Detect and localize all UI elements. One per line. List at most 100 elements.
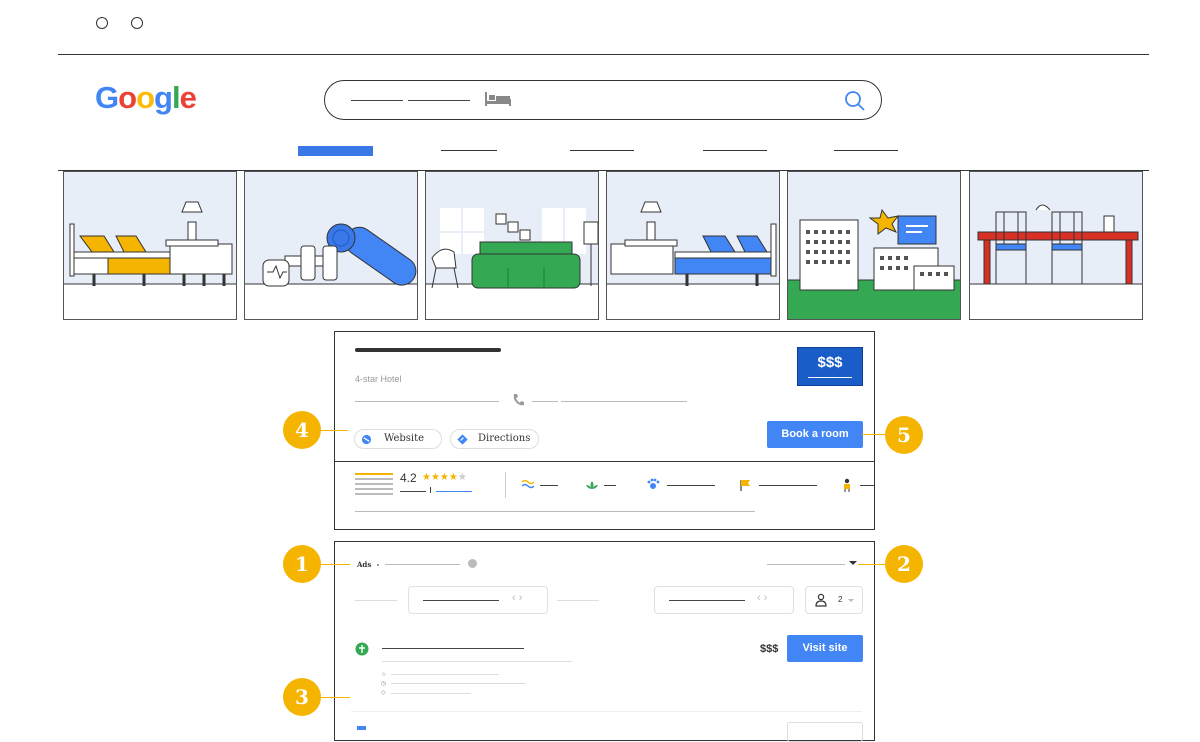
reviews-placeholder <box>400 491 426 492</box>
tag-icon: ◇ <box>381 690 386 696</box>
logo-letter: o <box>118 80 137 115</box>
provider-detail-placeholder <box>382 661 572 662</box>
provider-feature-placeholder <box>391 693 471 694</box>
window-control-minimize-icon[interactable] <box>131 17 143 29</box>
checkin-date-field[interactable]: ‹ › <box>408 586 548 614</box>
reviews-link[interactable] <box>436 491 472 492</box>
date-arrows-icon[interactable]: ‹ › <box>512 592 522 604</box>
bed-icon <box>485 92 511 106</box>
pool-icon <box>521 479 535 489</box>
tab[interactable] <box>441 150 497 151</box>
rating-histogram <box>355 473 393 495</box>
search-text-placeholder <box>351 100 403 101</box>
booking-ads-panel: Ads ‹ › ‹ › 2 ☆ ◷ ◇ $$$ Visit site <box>334 541 875 742</box>
callout-badge: 3 <box>283 678 321 716</box>
provider-feature-placeholder <box>391 674 499 675</box>
search-input[interactable] <box>324 80 882 120</box>
photo-tile-lobby[interactable] <box>425 171 599 320</box>
result-divider <box>351 711 862 712</box>
logo-letter: l <box>171 80 181 115</box>
book-room-button[interactable]: Book a room <box>767 421 863 448</box>
ad-price: $$$ <box>760 643 779 655</box>
next-visit-button[interactable] <box>787 722 863 742</box>
amenity-divider <box>505 472 506 498</box>
staff-icon <box>844 478 850 492</box>
amenity-placeholder <box>604 485 616 486</box>
chevron-down-icon <box>848 599 854 602</box>
website-label: Website <box>384 433 425 444</box>
window-control-close-icon[interactable] <box>96 17 108 29</box>
person-icon <box>815 593 827 607</box>
star-icon: ☆ <box>381 672 387 678</box>
price-underline <box>808 377 852 378</box>
amenity-placeholder <box>860 485 874 486</box>
ads-label: Ads <box>357 560 372 569</box>
address-placeholder <box>355 401 499 402</box>
checkin-label-placeholder <box>355 600 397 601</box>
provider-logo-icon <box>355 642 369 656</box>
checkout-label-placeholder <box>557 600 599 601</box>
rating-value: 4.2 <box>400 471 417 485</box>
amenity-placeholder <box>759 485 817 486</box>
globe-icon <box>361 434 372 445</box>
visit-site-button[interactable]: Visit site <box>787 635 863 662</box>
provider-name-placeholder <box>382 648 524 649</box>
callout-connector <box>320 430 348 431</box>
directions-label: Directions <box>478 433 531 444</box>
amenity-placeholder <box>667 485 715 486</box>
hotel-card: 4-star Hotel $$$ Website Directions Book… <box>334 331 875 530</box>
ads-placeholder <box>385 564 460 565</box>
dropdown-arrow-icon[interactable] <box>849 561 857 565</box>
spa-icon <box>586 481 598 489</box>
tab[interactable] <box>703 150 767 151</box>
star-rating-icon: ★★★★★ <box>422 472 467 483</box>
reviews-separator <box>430 487 431 493</box>
callout-connector <box>320 564 350 565</box>
callout-badge: 4 <box>283 411 321 449</box>
logo-letter: e <box>179 80 197 115</box>
directions-icon <box>457 434 468 445</box>
info-icon[interactable] <box>468 559 477 568</box>
pet-friendly-icon <box>647 478 660 489</box>
google-logo[interactable]: Google <box>95 80 197 116</box>
phone-icon[interactable] <box>511 392 527 408</box>
tab-active[interactable] <box>298 146 373 156</box>
callout-connector <box>862 434 886 435</box>
clock-icon: ◷ <box>381 681 387 687</box>
sort-placeholder <box>767 564 845 565</box>
ads-dot <box>377 564 379 566</box>
provider-feature-placeholder <box>391 683 526 684</box>
logo-letter: G <box>95 80 119 115</box>
photo-tile-restaurant[interactable] <box>969 171 1143 320</box>
photo-tile-exterior[interactable] <box>787 171 961 320</box>
guests-count: 2 <box>838 595 843 604</box>
guests-selector[interactable]: 2 <box>805 586 863 614</box>
directions-button[interactable]: Directions <box>450 429 539 449</box>
flag-icon <box>740 480 750 491</box>
tab[interactable] <box>570 150 634 151</box>
callout-badge: 5 <box>885 416 923 454</box>
photo-tile-room[interactable] <box>606 171 780 320</box>
photo-tile-bedroom[interactable] <box>63 171 237 320</box>
callout-connector <box>858 564 886 565</box>
summary-placeholder <box>355 511 755 512</box>
date-arrows-icon[interactable]: ‹ › <box>757 592 767 604</box>
hotel-subtitle: 4-star Hotel <box>355 374 402 384</box>
website-button[interactable]: Website <box>354 429 442 449</box>
phone-placeholder <box>561 401 687 402</box>
hotel-name-placeholder <box>355 348 501 352</box>
next-provider-logo-icon <box>357 726 366 730</box>
callout-badge: 1 <box>283 545 321 583</box>
browser-divider <box>58 54 1149 55</box>
phone-placeholder <box>532 401 558 402</box>
logo-letter: g <box>154 80 173 115</box>
price-text: $$$ <box>817 354 843 371</box>
card-divider <box>335 461 874 462</box>
callout-connector <box>320 697 350 698</box>
photo-tile-gym[interactable] <box>244 171 418 320</box>
search-icon[interactable] <box>843 89 867 113</box>
tab[interactable] <box>834 150 898 151</box>
price-badge: $$$ <box>797 347 863 386</box>
callout-badge: 2 <box>885 545 923 583</box>
checkout-date-field[interactable]: ‹ › <box>654 586 794 614</box>
